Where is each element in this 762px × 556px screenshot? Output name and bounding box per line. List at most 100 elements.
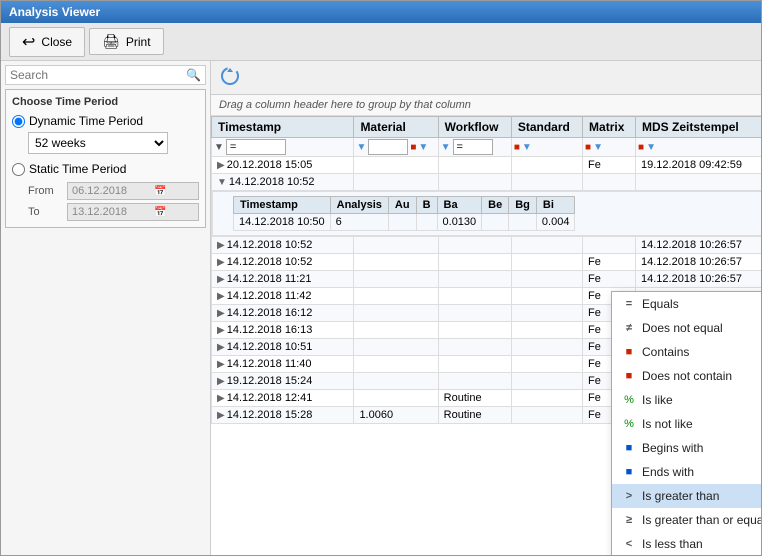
- search-box[interactable]: 🔍: [5, 65, 206, 85]
- col-material[interactable]: Material: [354, 117, 438, 138]
- standard-dropdown-icon[interactable]: ▼: [522, 142, 532, 153]
- sidebar: 🔍 Choose Time Period Dynamic Time Period…: [1, 61, 211, 555]
- from-calendar-icon[interactable]: 📅: [154, 186, 166, 197]
- expand-icon[interactable]: ▶: [217, 308, 225, 319]
- equals-label: Equals: [642, 297, 679, 311]
- print-button[interactable]: 🖨 Print: [89, 28, 163, 55]
- col-standard[interactable]: Standard: [511, 117, 582, 138]
- menu-item-begins-with[interactable]: ■ Begins with: [612, 436, 761, 460]
- cell-workflow: [438, 305, 511, 322]
- menu-item-not-like[interactable]: % Is not like: [612, 412, 761, 436]
- is-like-label: Is like: [642, 393, 673, 407]
- material-filter-icon[interactable]: ▼: [356, 142, 366, 153]
- cell-workflow: Routine: [438, 407, 511, 424]
- toolbar: ↩ Close 🖨 Print: [1, 23, 761, 61]
- to-calendar-icon[interactable]: 📅: [154, 207, 166, 218]
- cell-workflow: [438, 339, 511, 356]
- sub-cell-analysis: 6: [330, 214, 388, 231]
- sub-cell-bi: 0.004: [536, 214, 575, 231]
- col-mds[interactable]: MDS Zeitstempel: [636, 117, 761, 138]
- menu-item-less-than[interactable]: < Is less than: [612, 532, 761, 555]
- search-icon-button[interactable]: 🔍: [186, 68, 201, 82]
- menu-item-equals[interactable]: = Equals: [612, 292, 761, 316]
- cell-standard: [511, 254, 582, 271]
- expand-icon[interactable]: ▶: [217, 257, 225, 268]
- expand-icon[interactable]: ▶: [217, 342, 225, 353]
- expand-icon[interactable]: ▼: [217, 177, 227, 188]
- standard-excel-icon: ■: [514, 142, 520, 153]
- expand-icon[interactable]: ▶: [217, 393, 225, 404]
- close-button[interactable]: ↩ Close: [9, 27, 85, 57]
- filter-funnel-icon[interactable]: ▼: [214, 142, 224, 153]
- expand-icon[interactable]: ▶: [217, 376, 225, 387]
- cell-material: [354, 305, 438, 322]
- static-time-period-section: Static Time Period From 📅 To 📅: [12, 162, 199, 221]
- cell-timestamp: ▼14.12.2018 10:52: [212, 174, 354, 191]
- search-icon: 🔍: [186, 68, 201, 82]
- drag-hint: Drag a column header here to group by th…: [211, 95, 761, 116]
- mds-dropdown-icon[interactable]: ▼: [646, 142, 656, 153]
- not-like-icon: %: [622, 418, 636, 430]
- search-input[interactable]: [10, 68, 186, 82]
- expand-icon[interactable]: ▶: [217, 240, 225, 251]
- expand-icon[interactable]: ▶: [217, 291, 225, 302]
- sub-col-analysis: Analysis: [330, 197, 388, 214]
- static-radio[interactable]: [12, 163, 25, 176]
- menu-item-is-like[interactable]: % Is like: [612, 388, 761, 412]
- expand-icon[interactable]: ▶: [217, 410, 225, 421]
- expand-icon[interactable]: ▶: [217, 325, 225, 336]
- cell-material: [354, 373, 438, 390]
- col-workflow[interactable]: Workflow: [438, 117, 511, 138]
- to-date-input[interactable]: 📅: [67, 203, 199, 221]
- table-container[interactable]: Timestamp Material Workflow Standard: [211, 116, 761, 555]
- workflow-filter-input[interactable]: [453, 139, 493, 155]
- cell-standard: [511, 373, 582, 390]
- greater-equal-label: Is greater than or equal to: [642, 513, 761, 527]
- cell-timestamp: ▶14.12.2018 10:52: [212, 254, 354, 271]
- to-date-field[interactable]: [72, 206, 152, 218]
- content-area: 🔍 Choose Time Period Dynamic Time Period…: [1, 61, 761, 555]
- col-timestamp[interactable]: Timestamp: [212, 117, 354, 138]
- refresh-button[interactable]: [219, 65, 241, 90]
- sub-table: Timestamp Analysis Au B Ba Be Bg: [233, 196, 575, 231]
- sub-cell-b: [416, 214, 437, 231]
- menu-item-ends-with[interactable]: ■ Ends with: [612, 460, 761, 484]
- menu-item-not-contain[interactable]: ■ Does not contain: [612, 364, 761, 388]
- filter-dropdown-menu: = Equals ≠ Does not equal ■ Contains ■ D…: [611, 291, 761, 555]
- matrix-dropdown-icon[interactable]: ▼: [593, 142, 603, 153]
- filter-row: ▼ ▼ ■ ▼: [212, 138, 762, 157]
- menu-item-contains[interactable]: ■ Contains: [612, 340, 761, 364]
- menu-item-greater-than[interactable]: > Is greater than: [612, 484, 761, 508]
- from-date-input[interactable]: 📅: [67, 182, 199, 200]
- cell-standard: [511, 407, 582, 424]
- expand-icon[interactable]: ▶: [217, 359, 225, 370]
- workflow-filter-icon[interactable]: ▼: [441, 142, 451, 153]
- close-label: Close: [41, 35, 72, 49]
- menu-item-greater-equal[interactable]: ≥ Is greater than or equal to: [612, 508, 761, 532]
- to-label: To: [28, 206, 64, 218]
- not-contain-icon: ■: [622, 370, 636, 382]
- col-matrix[interactable]: Matrix: [583, 117, 636, 138]
- title-bar: Analysis Viewer: [1, 1, 761, 23]
- expand-icon[interactable]: ▶: [217, 274, 225, 285]
- sub-table-row: 14.12.2018 10:50 6 0.0130: [234, 214, 575, 231]
- timestamp-filter-input[interactable]: [226, 139, 286, 155]
- not-equal-icon: ≠: [622, 322, 636, 334]
- not-equal-label: Does not equal: [642, 321, 723, 335]
- material-filter-input[interactable]: [368, 139, 408, 155]
- expand-icon[interactable]: ▶: [217, 160, 225, 171]
- greater-equal-icon: ≥: [622, 514, 636, 526]
- cell-material: [354, 288, 438, 305]
- from-date-field[interactable]: [72, 185, 152, 197]
- material-dropdown-icon[interactable]: ▼: [418, 142, 428, 153]
- menu-item-not-equal[interactable]: ≠ Does not equal: [612, 316, 761, 340]
- cell-mds: 14.12.2018 10:26:57: [636, 271, 761, 288]
- cell-mds: 14.12.2018 10:26:57: [636, 254, 761, 271]
- dynamic-radio[interactable]: [12, 115, 25, 128]
- weeks-select-row: 52 weeks 4 weeks 12 weeks 26 weeks: [28, 132, 199, 154]
- cell-workflow: [438, 254, 511, 271]
- weeks-select[interactable]: 52 weeks 4 weeks 12 weeks 26 weeks: [28, 132, 168, 154]
- sub-col-bg: Bg: [509, 197, 537, 214]
- from-to-grid: From 📅 To 📅: [28, 182, 199, 221]
- cell-timestamp: ▶14.12.2018 12:41: [212, 390, 354, 407]
